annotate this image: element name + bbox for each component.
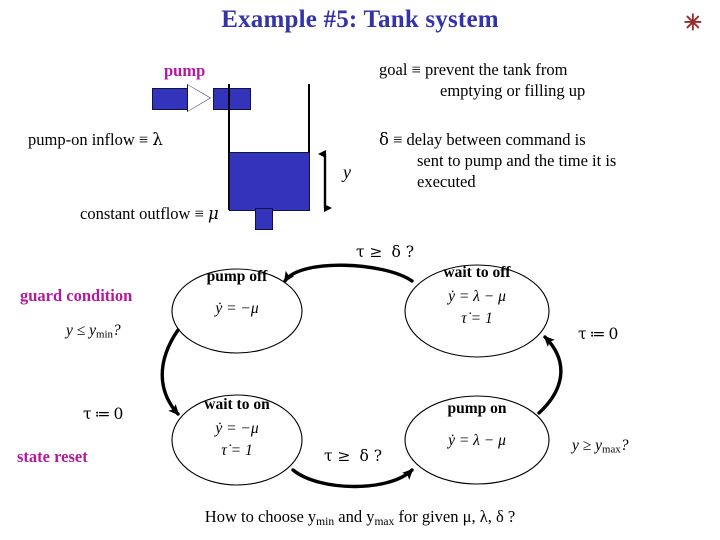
state-equation-wait-to-on-2: τ̇ = 1 — [221, 442, 253, 460]
guard-ymin-subscript: min — [96, 328, 113, 341]
state-name-pump-off: pump off — [206, 268, 268, 285]
guard-y-le-ymin: y ≤ y — [66, 322, 97, 339]
footer-ymin-subscript: min — [316, 516, 335, 528]
state-label-wait-to-on: wait to on ẏ = −μ τ̇ = 1 — [172, 396, 302, 463]
footer-question-part-b: and y — [334, 507, 375, 527]
footer-ymax-subscript: max — [374, 516, 395, 528]
footer-question: How to choose ymin and ymax for given μ,… — [0, 507, 720, 528]
annotation-guard-condition: guard condition — [20, 286, 133, 305]
state-name-pump-on: pump on — [447, 400, 507, 417]
guard-ymax-subscript: max — [602, 443, 621, 456]
state-name-wait-to-on: wait to on — [204, 396, 270, 413]
edge-label-pump-on-to-wait-off-guard: y ≥ ymax? — [572, 437, 628, 456]
state-equation-pump-on-1: ẏ = λ − μ — [448, 432, 506, 449]
state-label-pump-on: pump on ẏ = λ − μ — [408, 400, 546, 452]
state-equation-wait-to-off-2: τ̇ = 1 — [461, 310, 493, 328]
state-equation-wait-to-off-1: ẏ = λ − μ — [448, 288, 506, 305]
edge-label-pump-off-to-wait-on-guard: y ≤ ymin? — [66, 322, 121, 341]
edge-label-wait-on-to-pump-on: τ ≥ δ ? — [324, 447, 382, 466]
guard-y-ge-ymax: y ≥ y — [572, 437, 603, 454]
edge-label-pump-off-to-wait-on-reset: τ ≔ 0 — [83, 405, 123, 423]
edge-label-pump-on-to-wait-off-reset: τ ≔ 0 — [578, 325, 618, 343]
state-name-wait-to-off: wait to off — [443, 264, 511, 281]
footer-question-part-c: for given μ, λ, δ ? — [394, 507, 516, 527]
edge-wait-to-off-to-pump-off[interactable] — [283, 263, 414, 283]
edge-guard-tau-ge-bottom: τ ≥ — [324, 447, 351, 465]
edge-guard-delta-bottom: δ ? — [359, 447, 383, 465]
edge-label-wait-off-to-pump-off: τ ≥ δ ? — [356, 243, 414, 262]
state-label-wait-to-off: wait to off ẏ = λ − μ τ̇ = 1 — [408, 264, 546, 331]
state-label-pump-off: pump off ẏ = −μ — [172, 268, 302, 320]
edge-guard-tau-ge-top: τ ≥ — [356, 243, 383, 261]
edge-wait-to-on-to-pump-on[interactable] — [291, 468, 414, 489]
annotation-state-reset: state reset — [17, 447, 88, 466]
state-equation-wait-to-on-1: ẏ = −μ — [215, 420, 259, 437]
guard-ymin-question: ? — [112, 322, 121, 339]
edge-guard-delta-top: δ ? — [391, 243, 415, 261]
guard-ymax-question: ? — [620, 437, 629, 454]
footer-question-part-a: How to choose y — [204, 507, 317, 527]
state-equation-pump-off-1: ẏ = −μ — [215, 300, 259, 317]
